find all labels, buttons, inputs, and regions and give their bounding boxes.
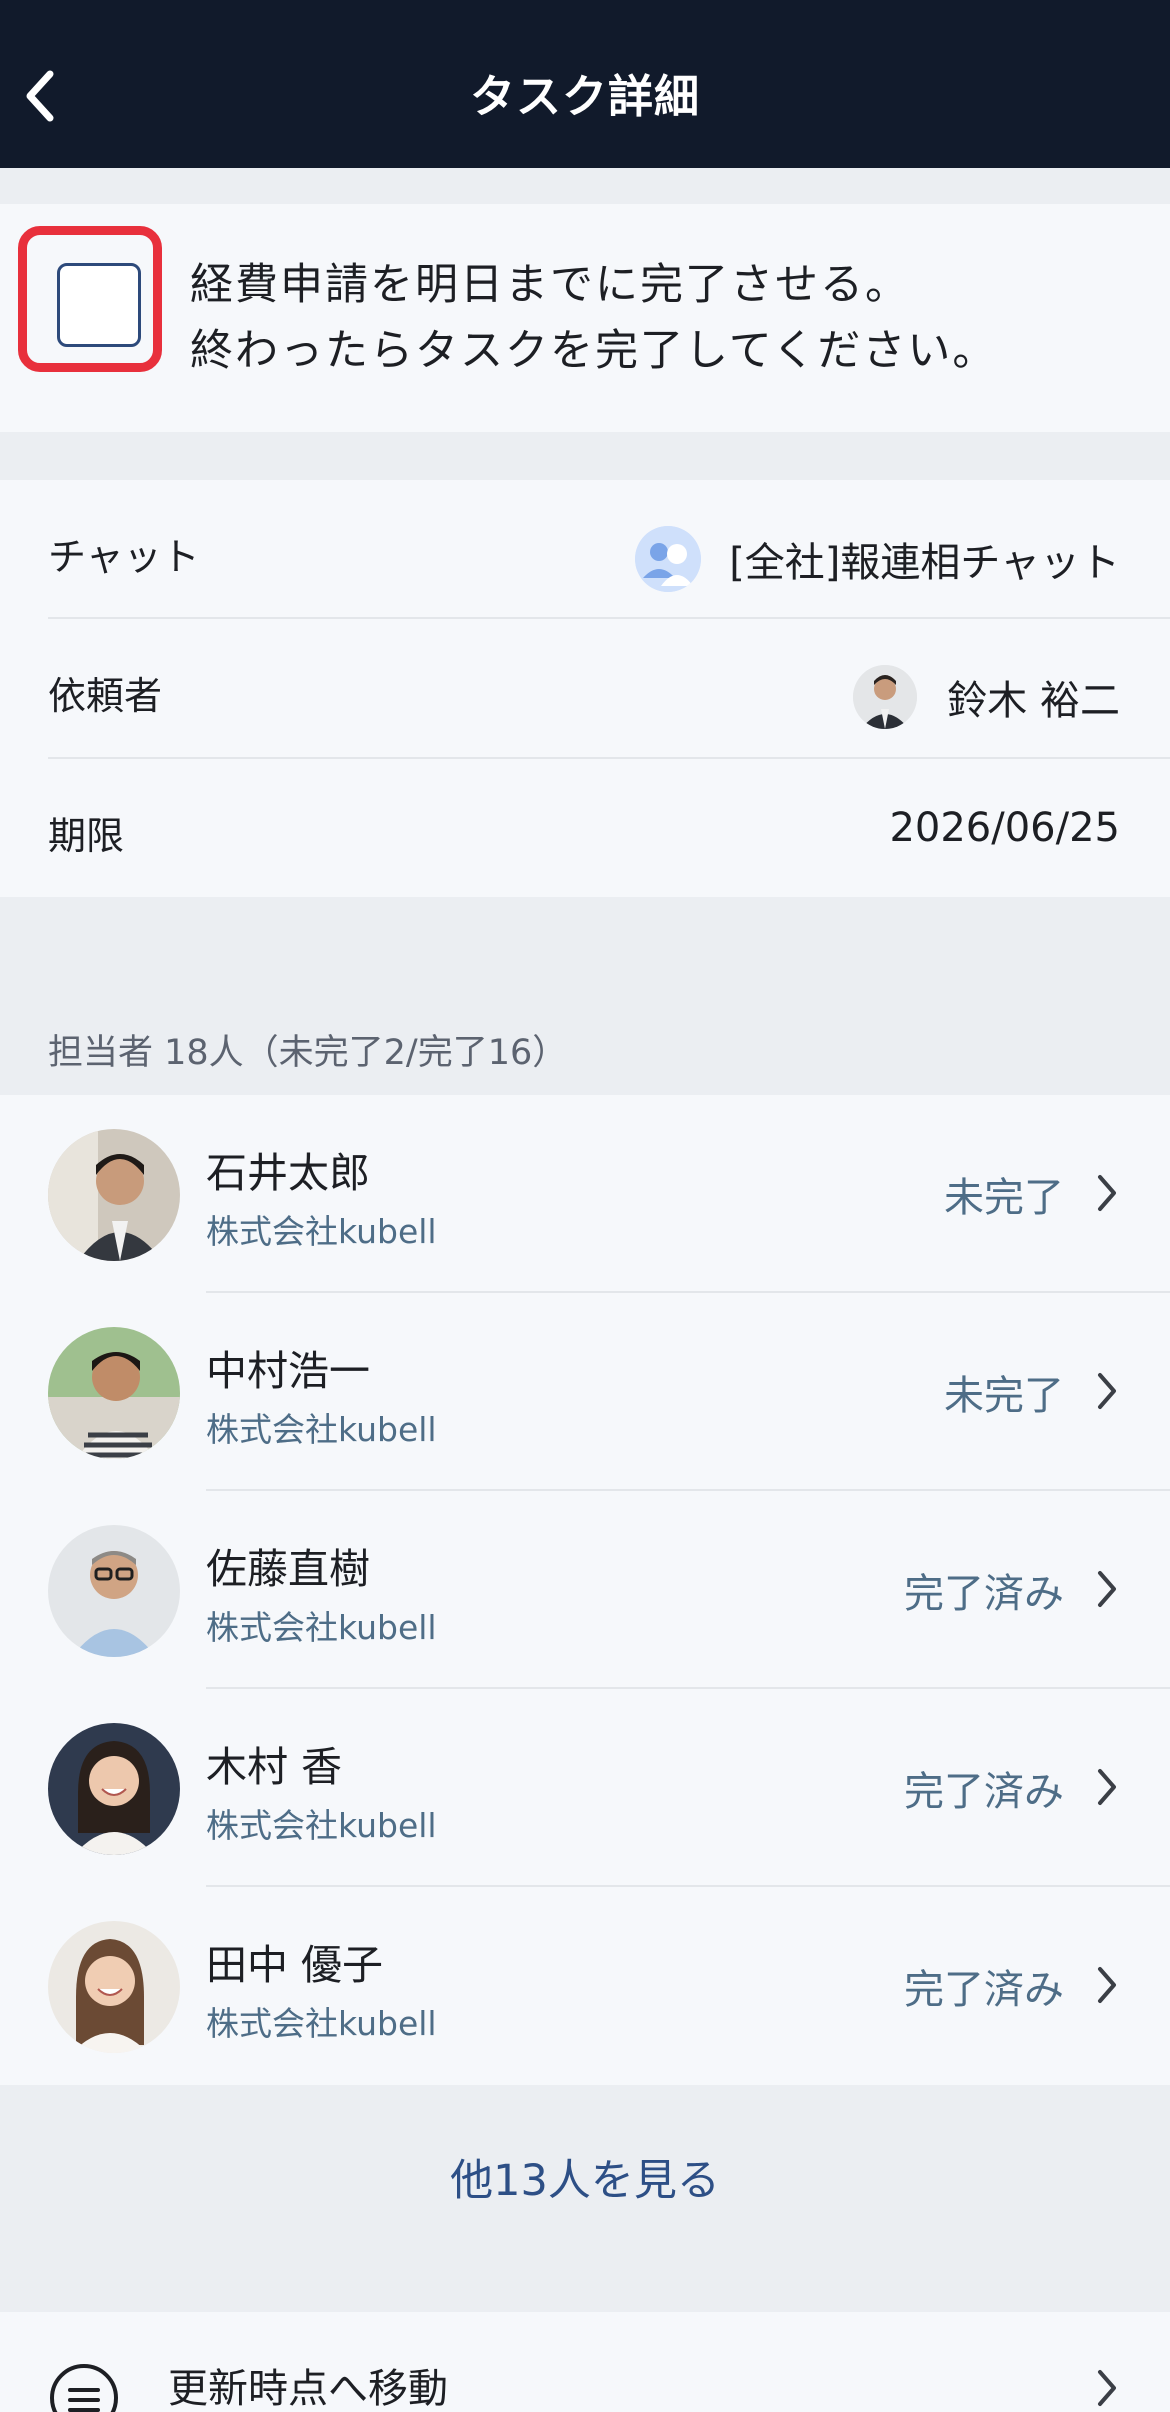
member-name: 石井太郎 — [206, 1149, 370, 1197]
chevron-right-icon — [1098, 1175, 1116, 1211]
member-status: 完了済み — [904, 1967, 1064, 2013]
deadline-value: 2026/06/25 — [889, 805, 1120, 851]
chevron-right-icon — [1098, 1373, 1116, 1409]
header-bar: タスク詳細 — [0, 0, 1170, 168]
avatar — [48, 1327, 180, 1459]
chevron-right-icon — [1098, 2370, 1116, 2406]
assignees-section-label: 担当者 18人（未完了2/完了16） — [48, 1033, 568, 1073]
deadline-date: 2026/06/25 — [889, 805, 1120, 851]
member-company: 株式会社kubell — [206, 1608, 437, 1647]
member-name: 佐藤直樹 — [206, 1545, 370, 1593]
member-name: 田中 優子 — [206, 1941, 384, 1989]
avatar — [48, 1921, 180, 2053]
assignee-list: 石井太郎 株式会社kubell 未完了 中村浩一 株式会社kubell 未完了 — [0, 1095, 1170, 2085]
member-name: 中村浩一 — [206, 1347, 370, 1395]
list-item[interactable]: 中村浩一 株式会社kubell 未完了 — [0, 1293, 1170, 1491]
member-status: 未完了 — [944, 1373, 1064, 1419]
complete-task-checkbox[interactable] — [57, 263, 141, 347]
task-line-2: 終わったらタスクを完了してください。 — [190, 326, 998, 376]
avatar — [48, 1525, 180, 1657]
member-company: 株式会社kubell — [206, 1212, 437, 1251]
member-company: 株式会社kubell — [206, 1806, 437, 1845]
member-name: 木村 香 — [206, 1743, 343, 1791]
task-info: チャット [全社]報連相チャット 依頼者 鈴木 裕二 期限 2026/06/25 — [0, 480, 1170, 897]
chat-label: チャット — [48, 535, 200, 579]
list-item[interactable]: 石井太郎 株式会社kubell 未完了 — [0, 1095, 1170, 1293]
page-title: タスク詳細 — [469, 70, 700, 123]
list-item[interactable]: 木村 香 株式会社kubell 完了済み — [0, 1689, 1170, 1887]
requester-label: 依頼者 — [48, 674, 163, 718]
requester-name: 鈴木 裕二 — [947, 678, 1120, 724]
checkbox-highlight — [18, 226, 162, 372]
avatar — [48, 1129, 180, 1261]
list-item[interactable]: 田中 優子 株式会社kubell 完了済み — [0, 1887, 1170, 2085]
chevron-right-icon — [1098, 1769, 1116, 1805]
jump-to-update-row[interactable]: 更新時点へ移動 — [0, 2312, 1170, 2412]
requester-value: 鈴木 裕二 — [853, 665, 1120, 729]
member-status: 完了済み — [904, 1571, 1064, 1617]
group-chat-icon — [635, 526, 702, 592]
member-company: 株式会社kubell — [206, 1410, 437, 1449]
deadline-row: 期限 2026/06/25 — [0, 759, 1170, 898]
member-company: 株式会社kubell — [206, 2004, 437, 2043]
list-item[interactable]: 佐藤直樹 株式会社kubell 完了済み — [0, 1491, 1170, 1689]
avatar — [48, 1723, 180, 1855]
member-status: 完了済み — [904, 1769, 1064, 1815]
requester-avatar — [853, 665, 918, 729]
chat-name: [全社]報連相チャット — [729, 540, 1120, 586]
see-more-link[interactable]: 他13人を見る — [0, 2146, 1170, 2208]
chevron-right-icon — [1098, 1967, 1116, 2003]
task-description: 経費申請を明日までに完了させる。 終わったらタスクを完了してください。 — [190, 252, 997, 384]
requester-row[interactable]: 依頼者 鈴木 裕二 — [0, 619, 1170, 758]
task-line-1: 経費申請を明日までに完了させる。 — [190, 260, 910, 310]
chat-row[interactable]: チャット [全社]報連相チャット — [0, 480, 1170, 619]
jump-to-update-label: 更新時点へ移動 — [168, 2366, 448, 2412]
deadline-label: 期限 — [48, 814, 125, 858]
task-content: 経費申請を明日までに完了させる。 終わったらタスクを完了してください。 — [0, 204, 1170, 432]
chevron-right-icon — [1098, 1571, 1116, 1607]
chat-value: [全社]報連相チャット — [635, 526, 1120, 592]
member-status: 未完了 — [944, 1175, 1064, 1221]
list-menu-icon — [50, 2364, 118, 2412]
